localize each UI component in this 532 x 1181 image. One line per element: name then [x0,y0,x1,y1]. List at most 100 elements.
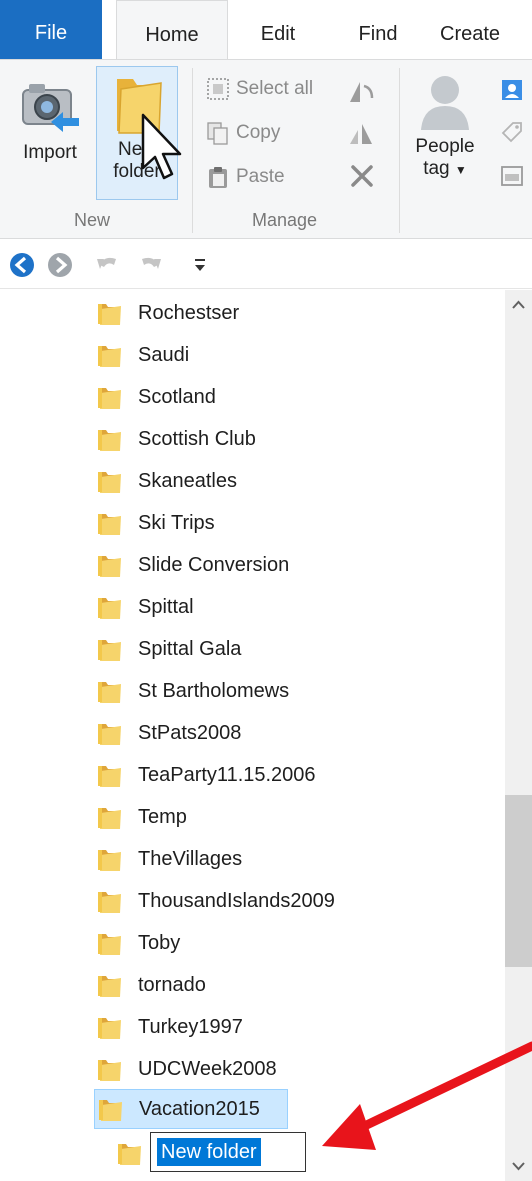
folder-icon [99,1100,122,1121]
quick-access-toolbar [0,241,532,289]
folder-icon [98,556,121,577]
list-item[interactable]: ThousandIslands2009 [96,882,335,920]
back-icon[interactable] [8,251,36,279]
copy-label: Copy [236,122,281,143]
scroll-down-icon[interactable] [505,1151,532,1181]
folder-name: Skaneatles [138,469,237,492]
tag-icon[interactable] [500,120,524,144]
select-all-button[interactable]: Select all [206,72,313,106]
list-item[interactable]: UDCWeek2008 [96,1050,277,1088]
folder-icon [98,976,121,997]
ribbon-home-panel: Import New folder New Select all Copy Pa… [0,59,532,239]
copy-button[interactable]: Copy [206,116,280,150]
list-item[interactable]: Toby [96,924,180,962]
folder-name: Saudi [138,343,190,366]
folder-name: Spittal [138,595,194,618]
list-item-selected[interactable]: Vacation2015 [94,1089,288,1129]
customize-dropdown-icon[interactable] [192,251,208,279]
person-icon [421,76,469,130]
caption-icon[interactable] [500,164,524,188]
people-tag-label-text: tag [423,158,450,179]
people-tag-label-line1: People [415,136,475,157]
group-label-new: New [74,210,111,230]
chevron-down-icon: ▼ [454,163,467,177]
folder-icon [98,724,121,745]
list-item[interactable]: Scottish Club [96,420,256,458]
tab-home[interactable]: Home [116,0,228,60]
rename-field-selected-text: New folder [157,1138,261,1166]
list-item[interactable]: Rochestser [96,294,239,332]
rotate-right-icon[interactable] [346,120,376,148]
folder-name: Spittal Gala [138,637,242,660]
new-folder-row[interactable] [116,1134,150,1172]
import-label: Import [23,142,77,163]
folder-icon [98,514,121,535]
list-item[interactable]: Turkey1997 [96,1008,243,1046]
folder-icon [98,1060,121,1081]
folder-name: Rochestser [138,301,240,324]
list-item[interactable]: Ski Trips [96,504,215,542]
tab-find[interactable]: Find [338,0,418,59]
people-tag-button[interactable]: People tag ▼ [408,68,482,198]
tab-create[interactable]: Create [440,0,532,59]
vertical-scrollbar[interactable] [505,290,532,1181]
folder-name: Slide Conversion [138,553,290,576]
list-item[interactable]: Spittal Gala [96,630,241,668]
tab-file[interactable]: File [0,0,102,59]
folder-name: Scotland [138,385,216,408]
list-item[interactable]: TeaParty11.15.2006 [96,756,316,794]
folder-icon [98,640,121,661]
list-item[interactable]: tornado [96,966,206,1004]
folder-icon [98,472,121,493]
list-item[interactable]: Scotland [96,378,216,416]
folder-name: TeaParty11.15.2006 [138,763,316,786]
group-label-manage: Manage [252,210,318,230]
delete-icon[interactable] [348,162,376,190]
list-item[interactable]: TheVillages [96,840,242,878]
folder-icon [98,934,121,955]
paste-button[interactable]: Paste [206,160,285,194]
paste-label: Paste [236,166,285,187]
people-tag-label-line2: tag ▼ [408,158,482,181]
mouse-pointer-icon [141,113,182,180]
list-item[interactable]: Skaneatles [96,462,237,500]
folder-icon [98,892,121,913]
list-item[interactable]: Slide Conversion [96,546,289,584]
list-item[interactable]: Temp [96,798,187,836]
group-divider [192,68,193,233]
rename-field[interactable]: New folder [150,1132,306,1172]
list-item[interactable]: Saudi [96,336,189,374]
camera-import-icon [22,84,79,132]
undo-icon[interactable] [94,251,122,279]
list-item[interactable]: Spittal [96,588,194,626]
tab-edit[interactable]: Edit [238,0,318,59]
contact-card-icon[interactable] [500,78,524,102]
folder-icon [98,808,121,829]
folder-icon [98,430,121,451]
folder-name: ThousandIslands2009 [138,889,335,912]
copy-icon [207,122,228,145]
list-item[interactable]: StPats2008 [96,714,241,752]
import-button[interactable]: Import [8,74,92,194]
folder-name: TheVillages [138,847,243,870]
list-item[interactable]: St Bartholomews [96,672,289,710]
folder-icon [98,1018,121,1039]
scroll-up-icon[interactable] [505,290,532,320]
folder-icon [118,1144,141,1165]
folder-name: Temp [138,805,187,828]
folder-icon [98,766,121,787]
forward-icon[interactable] [46,251,74,279]
ribbon-tab-bar: File Home Edit Find Create [0,0,532,60]
folder-name: Vacation2015 [139,1097,260,1120]
folder-icon [98,598,121,619]
redo-icon[interactable] [136,251,164,279]
folder-name: UDCWeek2008 [138,1057,277,1080]
folder-name: StPats2008 [138,721,242,744]
rotate-left-icon[interactable] [346,78,376,106]
folder-name: St Bartholomews [138,679,290,702]
folder-icon [98,388,121,409]
folder-name: Turkey1997 [138,1015,243,1038]
scrollbar-thumb[interactable] [505,795,532,967]
folder-name: Scottish Club [138,427,256,450]
folder-name: Toby [138,931,181,954]
